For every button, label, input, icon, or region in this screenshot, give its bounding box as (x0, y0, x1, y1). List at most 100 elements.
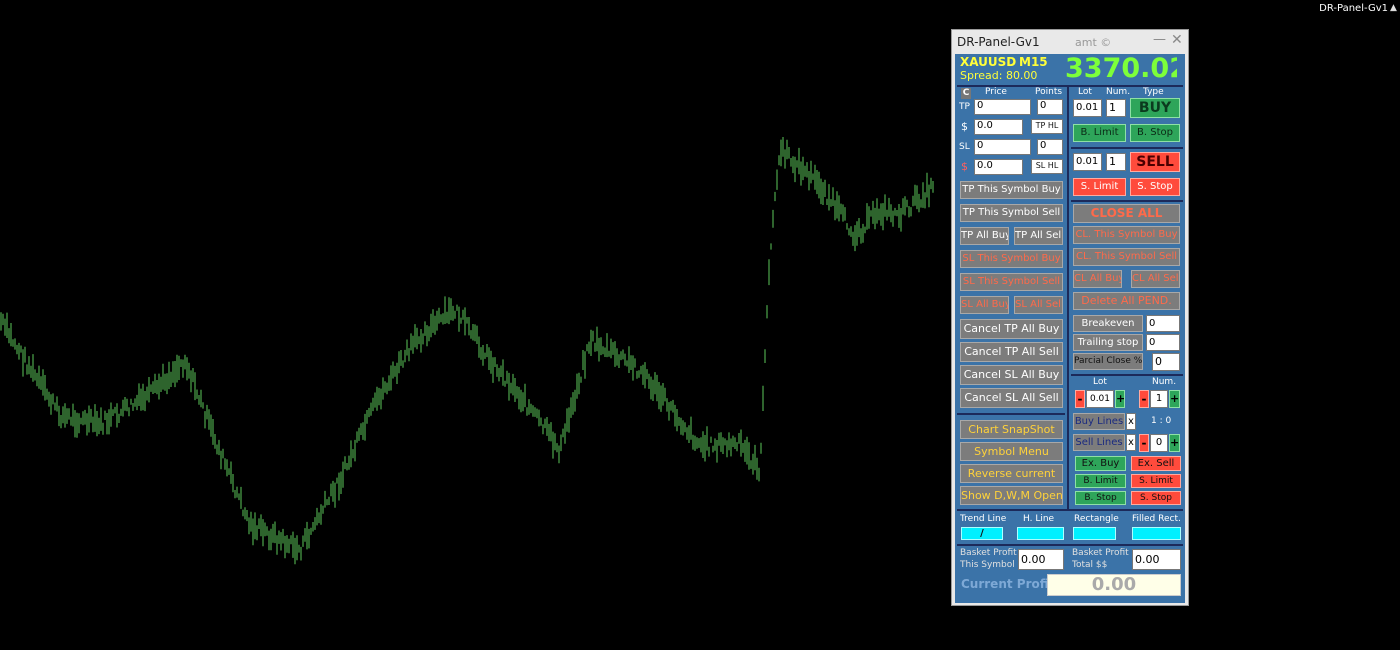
sell-lines-clear-button[interactable]: x (1126, 434, 1136, 451)
price-chart[interactable] (0, 0, 940, 650)
lot-minus-button[interactable]: - (1075, 390, 1085, 408)
symbol-label: XAUUSD (960, 55, 1017, 69)
separator (957, 544, 1183, 546)
ratio-input[interactable]: 0 (1150, 434, 1168, 452)
partial-close-input[interactable]: 0 (1152, 353, 1180, 371)
sl-points-input[interactable]: 0 (1037, 139, 1063, 155)
chart-snapshot-button[interactable]: Chart SnapShot (960, 420, 1063, 439)
tp-points-input[interactable]: 0 (1037, 99, 1063, 115)
tp-this-symbol-buy-button[interactable]: TP This Symbol Buy (960, 181, 1063, 199)
breakeven-input[interactable]: 0 (1146, 315, 1180, 332)
lines-sell-limit-button[interactable]: S. Limit (1131, 474, 1181, 488)
separator (1071, 374, 1183, 376)
partial-close-button[interactable]: Parcial Close % (1073, 353, 1143, 370)
filled-rect-button[interactable] (1132, 527, 1181, 540)
trailing-stop-input[interactable]: 0 (1146, 334, 1180, 351)
panel-author: amt © (1075, 36, 1112, 49)
tp-label: TP (959, 102, 970, 112)
tp-dollar-input[interactable]: 0.0 (974, 119, 1023, 135)
delete-all-pending-button[interactable]: Delete All PEND. (1073, 292, 1180, 310)
close-this-symbol-sell-button[interactable]: CL. This Symbol Sell (1073, 248, 1180, 266)
sell-num-input[interactable]: 1 (1106, 153, 1126, 171)
lines-buy-limit-button[interactable]: B. Limit (1075, 474, 1126, 488)
trend-line-button[interactable]: / (961, 527, 1003, 540)
sl-label: SL (959, 142, 970, 152)
num-header: Num. (1106, 87, 1131, 97)
buy-button[interactable]: BUY (1130, 98, 1180, 118)
lot-header: Lot (1078, 87, 1092, 97)
buy-stop-button[interactable]: B. Stop (1130, 124, 1180, 142)
ratio-plus-button[interactable]: + (1169, 434, 1180, 452)
close-icon[interactable]: ✕ (1171, 32, 1183, 48)
column-divider (1067, 85, 1069, 509)
sell-lines-button[interactable]: Sell Lines (1073, 434, 1125, 451)
lot-plus-button[interactable]: + (1115, 390, 1125, 408)
sl-all-sell-button[interactable]: SL All Sell (1014, 296, 1063, 314)
trend-line-label: Trend Line (960, 514, 1007, 524)
buy-num-input[interactable]: 1 (1106, 99, 1126, 117)
panel-titlebar[interactable]: DR-Panel-Gv1 amt © — ✕ (952, 30, 1188, 54)
rectangle-button[interactable] (1073, 527, 1116, 540)
current-profit-value: 0.00 (1047, 574, 1181, 596)
sl-dollar-input[interactable]: 0.0 (974, 159, 1023, 175)
sl-all-buy-button[interactable]: SL All Buy (960, 296, 1009, 314)
show-dwm-open-button[interactable]: Show D,W,M Open (960, 486, 1063, 505)
buy-lines-button[interactable]: Buy Lines (1073, 413, 1125, 430)
close-all-buy-button[interactable]: CL All Buy (1073, 270, 1122, 288)
minimize-icon[interactable]: — (1153, 32, 1166, 47)
sl-price-input[interactable]: 0 (974, 139, 1031, 155)
ex-buy-button[interactable]: Ex. Buy (1075, 456, 1126, 471)
lines-buy-stop-button[interactable]: B. Stop (1075, 491, 1126, 505)
ratio-minus-button[interactable]: - (1139, 434, 1149, 452)
basket-symbol-sublabel: This Symbol (960, 560, 1015, 570)
c-toggle-button[interactable]: C (961, 88, 971, 99)
breakeven-button[interactable]: Breakeven (1073, 315, 1143, 332)
sl-hl-button[interactable]: SL HL (1031, 159, 1063, 174)
cancel-tp-all-buy-button[interactable]: Cancel TP All Buy (960, 319, 1063, 339)
num-minus-button[interactable]: - (1139, 390, 1149, 408)
tp-all-sell-button[interactable]: TP All Sell (1014, 227, 1063, 245)
num-stepper-input[interactable]: 1 (1150, 390, 1168, 408)
price-header: Price (985, 87, 1007, 97)
trailing-stop-button[interactable]: Trailing stop (1073, 334, 1143, 351)
tp-price-input[interactable]: 0 (974, 99, 1031, 115)
sell-button[interactable]: SELL (1130, 152, 1180, 172)
points-header: Points (1035, 87, 1063, 97)
ex-sell-button[interactable]: Ex. Sell (1131, 456, 1181, 471)
tp-this-symbol-sell-button[interactable]: TP This Symbol Sell (960, 204, 1063, 222)
sell-limit-button[interactable]: S. Limit (1073, 178, 1126, 196)
close-all-sell-button[interactable]: CL All Sell (1131, 270, 1180, 288)
num2-header: Num. (1152, 377, 1177, 387)
hat-icon: ▲ (1390, 3, 1397, 13)
cancel-sl-all-buy-button[interactable]: Cancel SL All Buy (960, 365, 1063, 385)
reverse-current-button[interactable]: Reverse current (960, 464, 1063, 483)
sl-this-symbol-sell-button[interactable]: SL This Symbol Sell (960, 273, 1063, 291)
sl-this-symbol-buy-button[interactable]: SL This Symbol Buy (960, 250, 1063, 268)
lines-sell-stop-button[interactable]: S. Stop (1131, 491, 1181, 505)
buy-limit-button[interactable]: B. Limit (1073, 124, 1126, 142)
sl-dollar-label: $ (961, 160, 968, 173)
filled-rect-label: Filled Rect. (1132, 514, 1181, 524)
tp-all-buy-button[interactable]: TP All Buy (960, 227, 1009, 245)
panel-title: DR-Panel-Gv1 (957, 35, 1040, 49)
symbol-menu-button[interactable]: Symbol Menu (960, 442, 1063, 461)
sell-lot-input[interactable]: 0.01 (1073, 153, 1102, 171)
h-line-label: H. Line (1023, 514, 1055, 524)
spread-label: Spread: 80.00 (960, 69, 1038, 82)
basket-symbol-value: 0.00 (1018, 549, 1064, 570)
timeframe-label: M15 (1019, 55, 1048, 69)
buy-lines-clear-button[interactable]: x (1126, 413, 1136, 430)
h-line-button[interactable] (1017, 527, 1064, 540)
sell-stop-button[interactable]: S. Stop (1130, 178, 1180, 196)
type-header: Type (1143, 87, 1164, 97)
tp-hl-button[interactable]: TP HL (1031, 119, 1063, 134)
lot-stepper-input[interactable]: 0.01 (1086, 390, 1114, 408)
basket-total-value: 0.00 (1132, 549, 1181, 570)
buy-lot-input[interactable]: 0.01 (1073, 99, 1102, 117)
num-plus-button[interactable]: + (1169, 390, 1180, 408)
cancel-tp-all-sell-button[interactable]: Cancel TP All Sell (960, 342, 1063, 362)
close-all-button[interactable]: CLOSE ALL (1073, 204, 1180, 223)
separator (1071, 147, 1183, 149)
cancel-sl-all-sell-button[interactable]: Cancel SL All Sell (960, 388, 1063, 408)
close-this-symbol-buy-button[interactable]: CL. This Symbol Buy (1073, 226, 1180, 244)
